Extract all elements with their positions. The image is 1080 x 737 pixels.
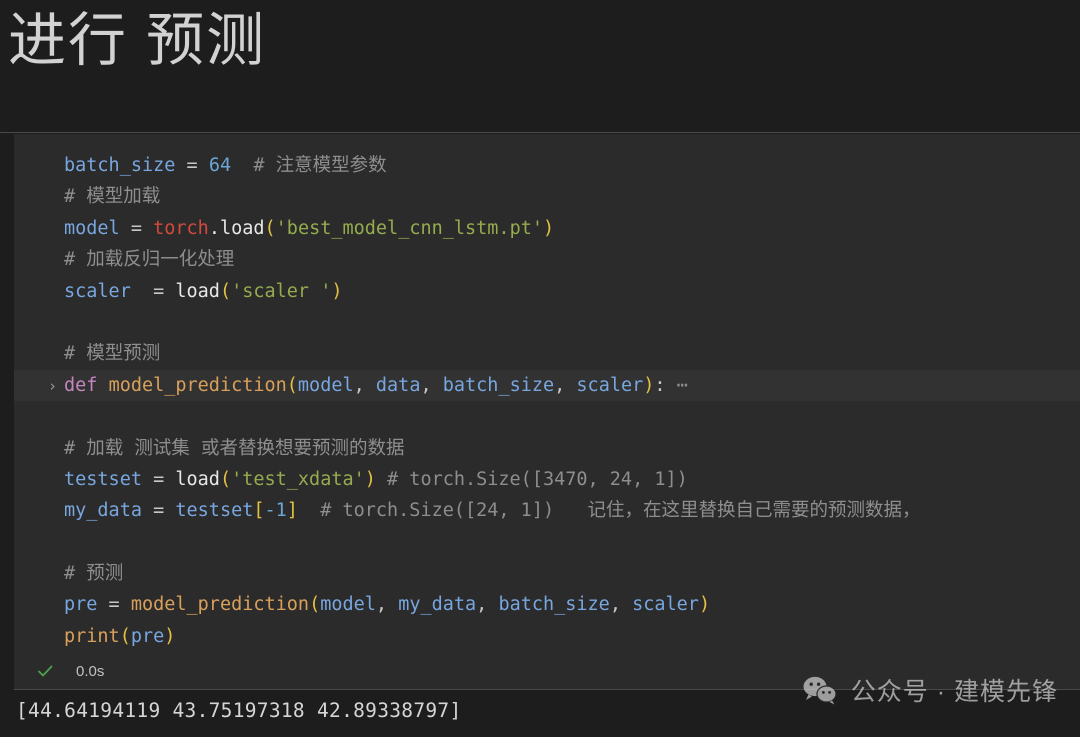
code-token: =	[97, 594, 131, 616]
code-token: my_data	[398, 594, 477, 616]
code-token: testset	[175, 500, 254, 522]
code-token: ,	[375, 594, 399, 616]
code-token: model	[64, 217, 120, 239]
line-blank-3[interactable]	[14, 527, 1080, 558]
code-token: =	[175, 155, 209, 176]
code-token: =	[141, 500, 176, 522]
code-token: scaler	[64, 280, 131, 302]
code-token: batch_size	[498, 594, 610, 616]
execution-time: 0.0s	[76, 662, 105, 680]
code-token: (	[219, 280, 232, 302]
code-token: # 加载 测试集 或者替换想要预测的数据	[64, 437, 405, 459]
code-token: scaler	[576, 374, 644, 396]
code-token: :	[654, 374, 666, 396]
line-comment-load-testset[interactable]: # 加载 测试集 或者替换想要预测的数据	[14, 433, 1080, 464]
code-token: (	[264, 217, 276, 239]
line-comment-inverse-norm[interactable]: # 加载反归一化处理	[14, 244, 1080, 275]
code-token: ,	[353, 374, 376, 396]
code-token: (	[119, 625, 131, 647]
notebook-code-cell[interactable]: ‹ batch_size = 64 # 注意模型参数# 模型加载model = …	[14, 134, 1080, 690]
code-token: -1	[264, 500, 287, 522]
slide-page: 进行 预测 ‹ batch_size = 64 # 注意模型参数# 模型加载mo…	[0, 0, 1080, 737]
code-token: load	[175, 280, 220, 302]
code-token: model	[297, 374, 354, 396]
line-print[interactable]: print(pre)	[14, 621, 1080, 652]
code-token: ]	[286, 500, 298, 522]
code-token: pre	[130, 625, 165, 647]
code-token: =	[119, 217, 154, 239]
page-title: 进行 预测	[8, 8, 267, 73]
code-token: # 模型加载	[64, 186, 161, 208]
code-token: # 预测	[64, 563, 124, 585]
watermark: 公众号 · 建模先锋	[801, 672, 1058, 708]
code-token: model_prediction	[130, 594, 310, 616]
line-def-model-prediction[interactable]: › def model_prediction(model, data, batch…	[14, 369, 1080, 402]
line-blank-1[interactable]	[14, 307, 1080, 338]
code-token: ⋯	[665, 374, 688, 396]
code-token: model_prediction	[108, 374, 287, 396]
code-token: data	[375, 374, 421, 396]
code-token: )	[364, 468, 376, 490]
watermark-text: 公众号 · 建模先锋	[850, 678, 1058, 706]
code-token: # 模型预测	[64, 343, 161, 365]
line-pre-assign[interactable]: pre = model_prediction(model, my_data, b…	[14, 589, 1080, 620]
line-model-load[interactable]: model = torch.load('best_model_cnn_lstm.…	[14, 213, 1080, 244]
line-comment-predict[interactable]: # 模型预测	[14, 338, 1080, 369]
slide-header: 进行 预测	[0, 0, 1080, 133]
line-blank-2[interactable]	[14, 401, 1080, 432]
check-icon	[38, 665, 53, 677]
line-comment-model-load[interactable]: # 模型加载	[14, 181, 1080, 212]
code-token: )	[698, 594, 711, 616]
code-token: ,	[554, 374, 577, 396]
code-token: model	[320, 594, 376, 616]
code-editor-lines[interactable]: batch_size = 64 # 注意模型参数 # 模型加载 model = to…	[14, 150, 1080, 652]
line-comment-pre[interactable]: # 预测	[14, 558, 1080, 589]
code-token: 'best_model_cnn_lstm.pt'	[275, 217, 543, 239]
code-token: 'scaler '	[231, 280, 332, 302]
code-token: # torch.Size([24, 1]) 记住，在这里替换自己需要的预测数据，	[297, 500, 921, 522]
code-token: scaler	[632, 594, 699, 616]
code-token: ,	[609, 594, 633, 616]
code-token: my_data	[64, 500, 142, 522]
code-token: ,	[420, 374, 443, 396]
code-token: )	[331, 280, 343, 302]
code-token: =	[130, 280, 176, 302]
code-token: ,	[476, 594, 499, 616]
code-token: print	[64, 625, 120, 647]
code-token: batch_size	[64, 155, 176, 176]
code-token: (	[286, 374, 298, 396]
execution-status: 0.0s	[36, 662, 104, 680]
output-text: [44.64194119 43.75197318 42.89338797]	[16, 699, 462, 722]
line-scaler[interactable]: scaler = load('scaler ')	[14, 276, 1080, 307]
code-token: load	[175, 468, 220, 490]
code-token: # torch.Size([3470, 24, 1])	[375, 468, 688, 490]
line-testset[interactable]: testset = load('test_xdata') # torch.Siz…	[14, 464, 1080, 495]
code-token: batch_size	[442, 374, 555, 396]
code-token: testset	[64, 468, 142, 490]
code-token: # 注意模型参数	[231, 155, 387, 176]
line-my-data[interactable]: my_data = testset[-1] # torch.Size([24, …	[14, 495, 1080, 526]
code-token: 64	[208, 155, 232, 176]
wechat-icon	[803, 676, 837, 705]
code-token: pre	[64, 594, 98, 616]
code-token: [	[253, 500, 265, 522]
code-token: # 加载反归一化处理	[64, 249, 235, 271]
code-token: 'test_xdata'	[231, 468, 365, 490]
code-token: )	[643, 374, 655, 396]
code-token: =	[141, 468, 176, 490]
code-token: torch	[153, 217, 209, 239]
code-token: .	[208, 217, 220, 239]
code-token: def	[64, 374, 98, 396]
fold-arrow-icon[interactable]: ›	[48, 371, 64, 402]
line-batch-size[interactable]: batch_size = 64 # 注意模型参数	[14, 150, 1080, 181]
code-token: (	[219, 468, 232, 490]
code-token: )	[542, 217, 555, 239]
code-token: )	[164, 625, 176, 647]
code-token: (	[309, 594, 321, 616]
code-token: load	[219, 217, 265, 239]
